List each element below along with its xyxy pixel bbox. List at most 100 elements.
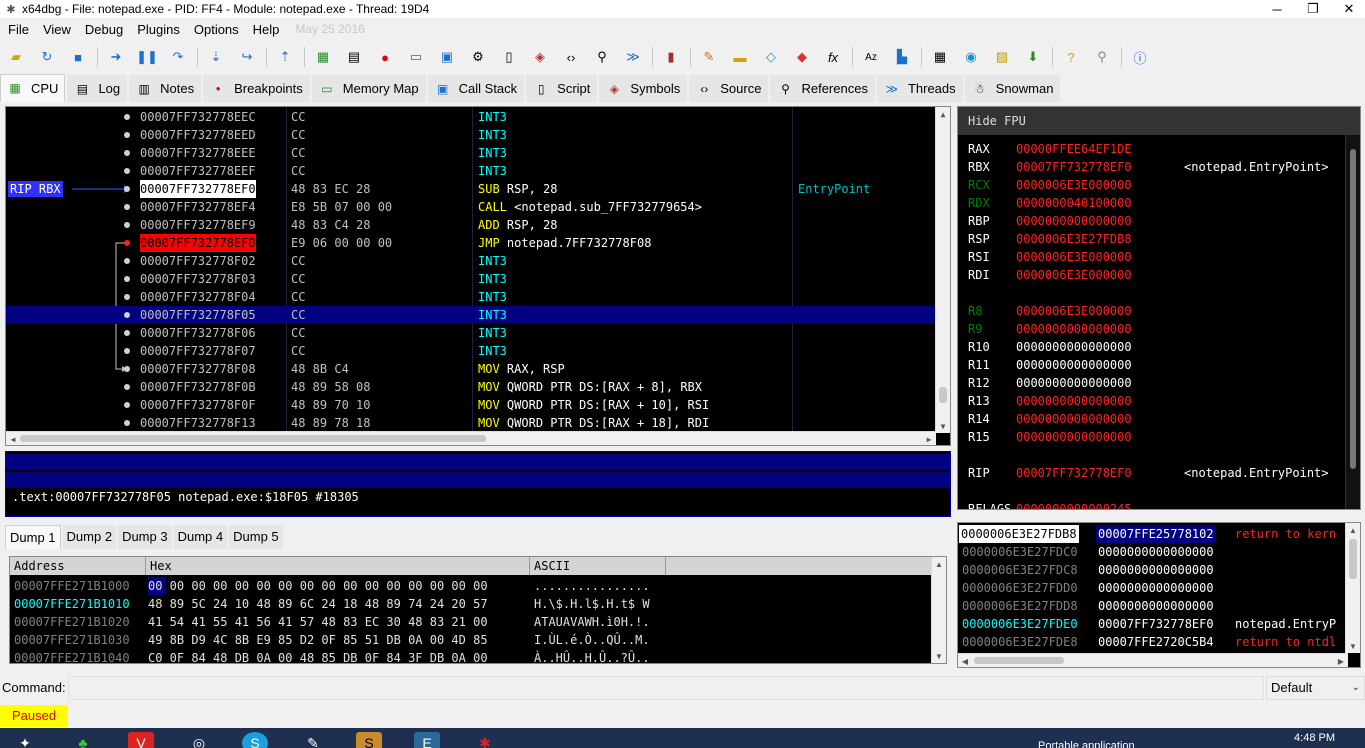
- register-row[interactable]: RBX 00007FF732778EF0 <notepad.EntryPoint>: [968, 158, 1329, 176]
- disasm-row[interactable]: 00007FF732778F0B 48 89 58 08 MOV QWORD PTR…: [6, 378, 936, 396]
- register-row[interactable]: R12 0000000000000000: [968, 374, 1184, 392]
- disasm-row[interactable]: 00007FF732778F08 48 8B C4 MOV RAX, RSP: [6, 360, 936, 378]
- tab-script[interactable]: ▯ Script: [526, 75, 598, 102]
- register-row[interactable]: RSI 0000006E3E000000: [968, 248, 1184, 266]
- breakpoint-toggle-icon[interactable]: [124, 366, 130, 372]
- disasm-row[interactable]: 00007FF732778EEC CC INT3: [6, 108, 936, 126]
- tab-threads[interactable]: ≫ Threads: [876, 75, 963, 102]
- run-icon[interactable]: ➜: [104, 45, 128, 69]
- dump-view[interactable]: Address Hex ASCII 00007FFE271B1000 00 00 …: [9, 556, 947, 664]
- menu-debug[interactable]: Debug: [77, 22, 129, 37]
- sublime-icon[interactable]: S: [356, 732, 382, 748]
- disasm-row[interactable]: 00007FF732778EF9 48 83 C4 28 ADD RSP, 28: [6, 216, 936, 234]
- stack-row[interactable]: 0000006E3E27FDC0 0000000000000000: [958, 543, 1348, 561]
- log-icon[interactable]: ▤: [342, 45, 366, 69]
- breakpoint-toggle-icon[interactable]: [124, 312, 130, 318]
- registers-view[interactable]: Hide FPU RAX 00000FFEE64EF1DE RBX 00007FF73…: [957, 106, 1361, 510]
- x64dbg-icon[interactable]: ✱: [472, 732, 498, 748]
- vivaldi-icon[interactable]: V: [128, 732, 154, 748]
- tab-breakpoints[interactable]: ● Breakpoints: [203, 75, 310, 102]
- disasm-row[interactable]: 00007FF732778F13 48 89 78 18 MOV QWORD PTR…: [6, 414, 936, 432]
- disasm-row[interactable]: 00007FF732778F06 CC INT3: [6, 324, 936, 342]
- breakpoint-toggle-icon[interactable]: [124, 168, 130, 174]
- disasm-row[interactable]: 00007FF732778F04 CC INT3: [6, 288, 936, 306]
- tab-notes[interactable]: ▥ Notes: [129, 75, 202, 102]
- script-icon[interactable]: ▯: [497, 45, 521, 69]
- open-icon[interactable]: ▰: [4, 45, 28, 69]
- tab-source[interactable]: ‹› Source: [689, 75, 769, 102]
- stack-row[interactable]: 0000006E3E27FDB8 00007FFE25778102 return t…: [958, 525, 1348, 543]
- breakpoint-icon[interactable]: ●: [373, 45, 397, 69]
- tab-log[interactable]: ▤ Log: [67, 75, 128, 102]
- execute-till-return-icon[interactable]: ⇡: [273, 45, 297, 69]
- breakpoint-toggle-icon[interactable]: [124, 150, 130, 156]
- plugin-icon[interactable]: ▨: [990, 45, 1014, 69]
- menu-view[interactable]: View: [35, 22, 77, 37]
- breakpoint-toggle-icon[interactable]: [124, 294, 130, 300]
- dump-row[interactable]: 00007FFE271B1040 C0 0F 84 48 DB 0A 00 48 …: [10, 649, 930, 663]
- clover-icon[interactable]: ♣: [70, 732, 96, 748]
- stack-row[interactable]: 0000006E3E27FDE8 00007FFE2720C5B4 return t…: [958, 633, 1348, 651]
- stack-row[interactable]: 0000006E3E27FDE0 00007FF732778EF0 notepad.…: [958, 615, 1348, 633]
- restart-icon[interactable]: ↻: [35, 45, 59, 69]
- register-row[interactable]: RDI 0000006E3E000000: [968, 266, 1184, 284]
- minimize-icon[interactable]: ─: [1262, 0, 1292, 18]
- dump-row[interactable]: 00007FFE271B1030 49 8B D9 4C 8B E9 85 D2 …: [10, 631, 930, 649]
- menu-file[interactable]: File: [0, 22, 35, 37]
- breakpoint-toggle-icon[interactable]: [124, 276, 130, 282]
- register-row[interactable]: RBP 0000000000000000: [968, 212, 1184, 230]
- bookmark-icon[interactable]: ◇: [759, 45, 783, 69]
- disasm-row[interactable]: 00007FF732778EF0 48 83 EC 28 SUB RSP, 28 En…: [6, 180, 936, 198]
- disasm-hscroll[interactable]: ◀ ▶: [6, 431, 936, 445]
- breakpoint-toggle-icon[interactable]: [124, 132, 130, 138]
- tab-symbols[interactable]: ◈ Symbols: [599, 75, 688, 102]
- dump-row[interactable]: 00007FFE271B1000 00 00 00 00 00 00 00 00 …: [10, 577, 930, 595]
- stack-view[interactable]: 0000006E3E27FDB8 00007FFE25778102 return t…: [957, 522, 1361, 668]
- patch-icon[interactable]: ⚙: [466, 45, 490, 69]
- references-icon[interactable]: ⚲: [590, 45, 614, 69]
- paint-icon[interactable]: ✎: [300, 732, 326, 748]
- editor-icon[interactable]: E: [414, 732, 440, 748]
- disasm-row[interactable]: 00007FF732778F03 CC INT3: [6, 270, 936, 288]
- menu-plugins[interactable]: Plugins: [129, 22, 186, 37]
- menu-options[interactable]: Options: [186, 22, 245, 37]
- tab-dump-4[interactable]: Dump 4: [173, 525, 228, 549]
- comment-icon[interactable]: ✎: [697, 45, 721, 69]
- label-icon[interactable]: ▬: [728, 45, 752, 69]
- dump-col-ascii[interactable]: ASCII: [530, 557, 666, 575]
- breakpoint-toggle-icon[interactable]: [124, 114, 130, 120]
- disasm-row[interactable]: 00007FF732778F0F 48 89 70 10 MOV QWORD PTR…: [6, 396, 936, 414]
- globe-icon[interactable]: ◉: [959, 45, 983, 69]
- register-row[interactable]: RIP 00007FF732778EF0 <notepad.EntryPoint>: [968, 464, 1329, 482]
- tab-memory-map[interactable]: ▭ Memory Map: [311, 75, 426, 102]
- stack-vscroll[interactable]: ▲ ▼: [1345, 523, 1360, 653]
- menu-help[interactable]: Help: [245, 22, 286, 37]
- stack-row[interactable]: 0000006E3E27FDD8 0000000000000000: [958, 597, 1348, 615]
- register-row[interactable]: R15 0000000000000000: [968, 428, 1184, 446]
- tab-snowman[interactable]: ☃ Snowman: [964, 75, 1061, 102]
- dump-col-address[interactable]: Address: [10, 557, 146, 575]
- font-icon[interactable]: Aᴢ: [859, 45, 883, 69]
- fx-icon[interactable]: fx: [821, 45, 845, 69]
- step-over-icon[interactable]: ↷: [166, 45, 190, 69]
- tab-cpu[interactable]: ▦ CPU: [0, 74, 66, 102]
- attach-icon[interactable]: ⚲: [1090, 45, 1114, 69]
- threads-icon[interactable]: ≫: [621, 45, 645, 69]
- register-row[interactable]: R11 0000000000000000: [968, 356, 1184, 374]
- breakpoint-icon[interactable]: [124, 240, 130, 246]
- skype-icon[interactable]: S: [242, 732, 268, 748]
- trace-over-icon[interactable]: ↪: [235, 45, 259, 69]
- pause-icon[interactable]: ❚❚: [135, 45, 159, 69]
- stack-hscroll[interactable]: ◀ ▶: [958, 653, 1348, 667]
- graph-icon[interactable]: ⬇: [1021, 45, 1045, 69]
- maximize-icon[interactable]: ❐: [1298, 0, 1328, 18]
- breakpoint-toggle-icon[interactable]: [124, 384, 130, 390]
- about-icon[interactable]: ⓘ: [1128, 45, 1152, 69]
- disasm-vscroll[interactable]: ▲ ▼: [935, 107, 950, 433]
- stop-icon[interactable]: ■: [66, 45, 90, 69]
- disasm-row[interactable]: 00007FF732778F02 CC INT3: [6, 252, 936, 270]
- register-row[interactable]: RAX 00000FFEE64EF1DE: [968, 140, 1184, 158]
- patches-icon[interactable]: ▮: [659, 45, 683, 69]
- chrome-icon[interactable]: ◎: [186, 732, 212, 748]
- tab-dump-2[interactable]: Dump 2: [62, 525, 117, 549]
